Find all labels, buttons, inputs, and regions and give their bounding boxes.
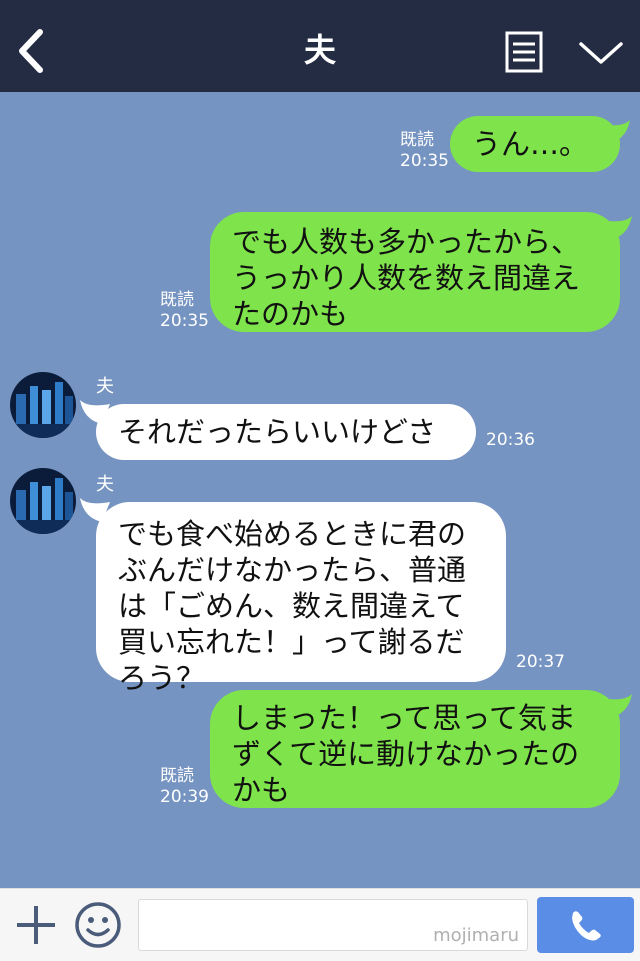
- read-receipt: 既読: [400, 130, 434, 150]
- call-button[interactable]: [537, 897, 634, 953]
- plus-icon: [17, 906, 55, 944]
- message-line: うっかり人数を数え間違え: [232, 261, 581, 295]
- message-line: ぶんだけなかったら、普通: [118, 553, 467, 587]
- message-time: 20:39: [160, 787, 209, 807]
- message-line: 買い忘れた！」って謝るだ: [118, 625, 465, 659]
- message-meta: 既読 20:35: [160, 290, 209, 332]
- message-time: 20:37: [516, 652, 565, 672]
- message-bubble-outgoing[interactable]: しまった！って思って気ま ずくて逆に動けなかったの かも: [210, 690, 620, 808]
- sender-name: 夫: [96, 376, 114, 397]
- avatar[interactable]: [10, 468, 76, 534]
- sender-name: 夫: [96, 474, 114, 495]
- message-time: 20:36: [486, 430, 535, 450]
- message-line: かも: [232, 773, 291, 807]
- chat-header: 夫: [0, 0, 640, 92]
- input-bar: mojimaru: [0, 888, 640, 961]
- message-line: ずくて逆に動けなかったの: [232, 737, 580, 771]
- read-receipt: 既読: [160, 290, 194, 310]
- message-line: は「ごめん、数え間違えて: [118, 589, 465, 623]
- chat-title: 夫: [303, 31, 336, 69]
- notes-icon: [505, 31, 543, 73]
- message-time: 20:35: [400, 151, 449, 171]
- avatar-image: [10, 372, 76, 438]
- phone-icon: [572, 911, 601, 941]
- smiley-icon: [75, 902, 121, 948]
- message-bubble-incoming[interactable]: それだったらいいけどさ: [96, 404, 476, 460]
- read-receipt: 既読: [160, 766, 194, 786]
- message-bubble-incoming[interactable]: でも食べ始めるときに君の ぶんだけなかったら、普通 は「ごめん、数え間違えて 買…: [96, 502, 506, 695]
- message-meta: 既読 20:35: [400, 130, 449, 172]
- expand-button[interactable]: [577, 36, 625, 70]
- watermark-text: mojimaru: [433, 925, 519, 946]
- emoji-button[interactable]: [74, 901, 122, 949]
- chat-area[interactable]: 既読 20:35 うん…。 既読 20:35 でも人数も多かったから、 うっかり…: [0, 92, 640, 888]
- message-text: うん…。: [472, 127, 589, 161]
- add-button[interactable]: [14, 903, 58, 947]
- message-bubble-outgoing[interactable]: うん…。: [450, 116, 620, 172]
- back-button[interactable]: [14, 26, 54, 76]
- avatar[interactable]: [10, 372, 76, 438]
- message-text: それだったらいいけどさ: [118, 415, 437, 449]
- message-bubble-outgoing[interactable]: でも人数も多かったから、 うっかり人数を数え間違え たのかも: [210, 212, 620, 332]
- chevron-down-icon: [579, 42, 623, 64]
- message-meta: 既読 20:39: [160, 766, 209, 808]
- message-line: でも人数も多かったから、: [232, 225, 581, 259]
- message-time: 20:35: [160, 311, 209, 331]
- message-line: しまった！って思って気ま: [232, 701, 576, 735]
- menu-button[interactable]: [505, 31, 543, 73]
- chevron-left-icon: [19, 29, 43, 73]
- message-input[interactable]: mojimaru: [138, 899, 528, 951]
- avatar-image: [10, 468, 76, 534]
- message-line: たのかも: [232, 297, 349, 331]
- message-line: でも食べ始めるときに君の: [118, 517, 467, 551]
